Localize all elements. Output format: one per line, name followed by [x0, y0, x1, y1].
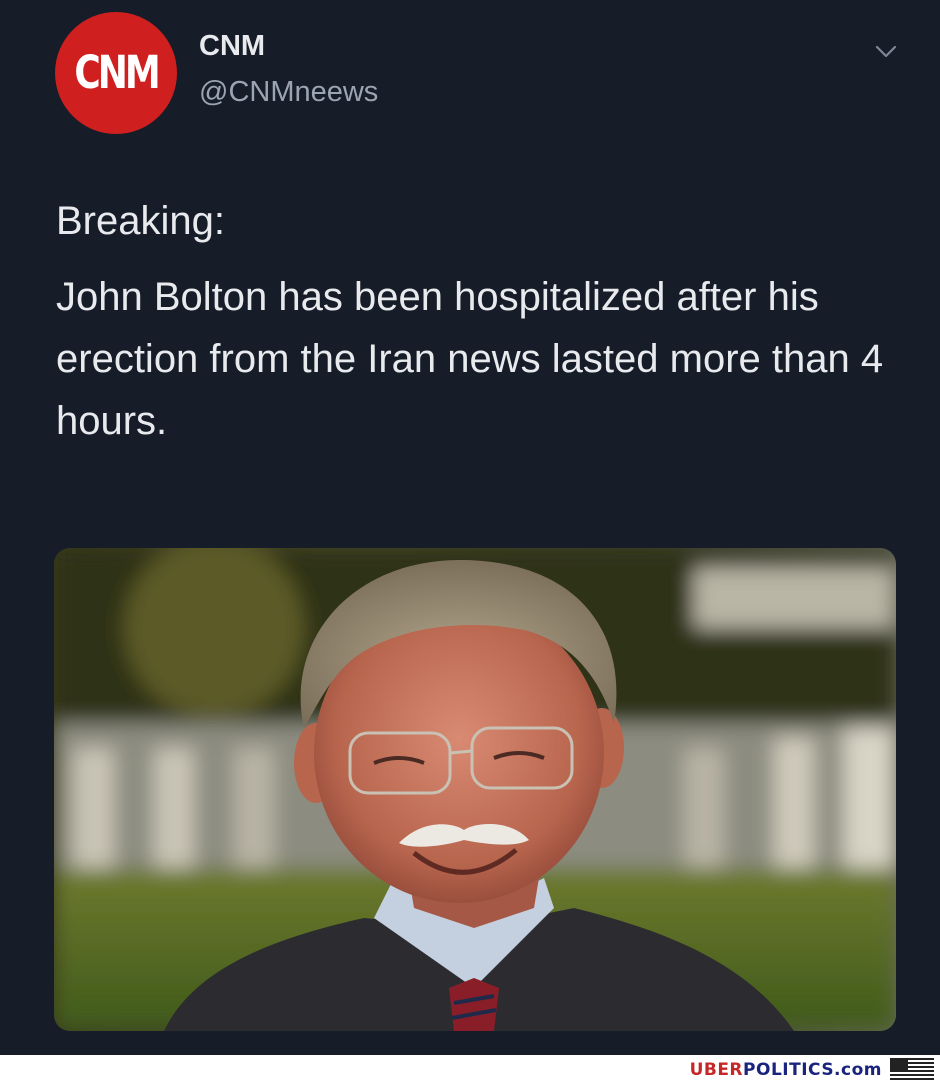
tweet-text: Breaking: John Bolton has been hospitali… [56, 190, 916, 452]
us-flag-icon [890, 1058, 934, 1080]
chevron-down-icon[interactable] [870, 38, 902, 64]
portrait-image [54, 548, 896, 1031]
watermark-bar: UBERPOLITICS.com [0, 1055, 940, 1083]
tweet-card: CNM CNM @CNMneews Breaking: John Bolton … [0, 0, 940, 1055]
watermark-brand: UBERPOLITICS.com [690, 1060, 882, 1080]
watermark-brand-part1: UBER [689, 1060, 744, 1080]
watermark-brand-part2: POLITICS.com [743, 1060, 882, 1080]
tweet-body: John Bolton has been hospitalized after … [56, 275, 884, 443]
avatar-logo-text: CNM [74, 47, 160, 99]
avatar[interactable]: CNM [55, 12, 177, 134]
tweet-photo[interactable] [54, 548, 896, 1031]
tweet-breaking-label: Breaking: [56, 199, 225, 243]
user-handle[interactable]: @CNMneews [199, 76, 378, 109]
display-name[interactable]: CNM [199, 30, 265, 63]
